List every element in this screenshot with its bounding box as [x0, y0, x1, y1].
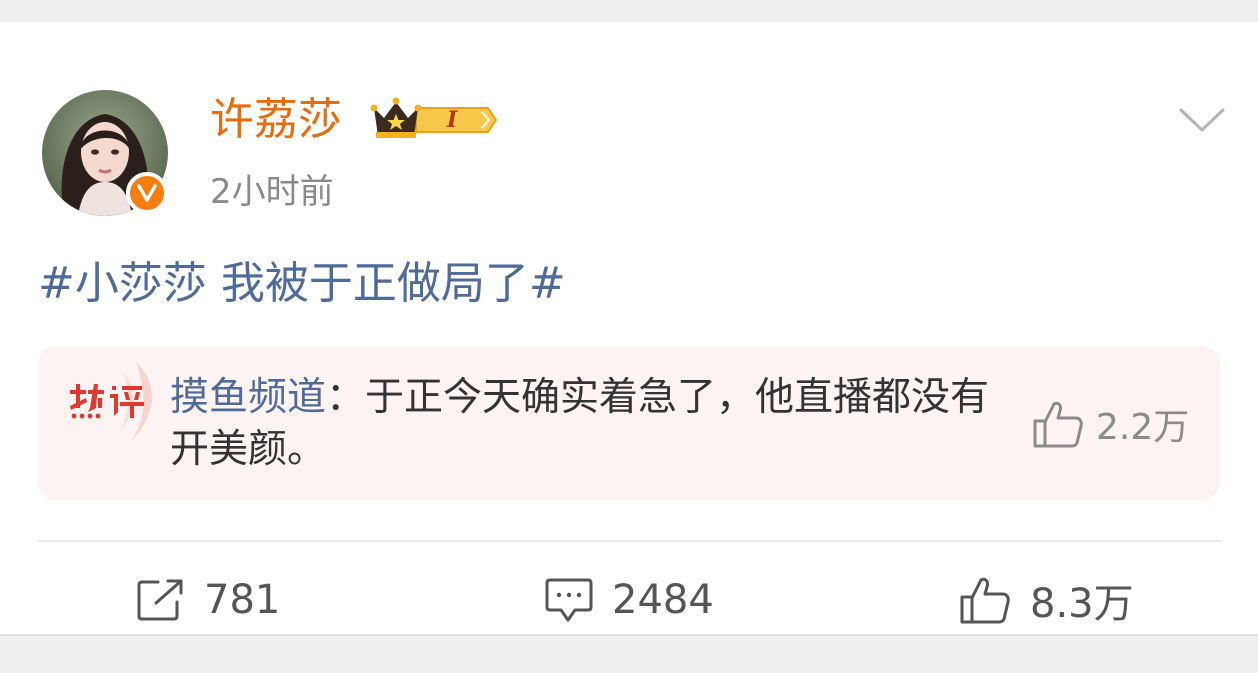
hot-comment-like-button[interactable]: 2.2万 [1032, 398, 1189, 450]
post-card[interactable]: 许荔莎 I 2小时前 #小莎莎 我被于正做局了# 摸鱼频道：于正今天确实着急了，… [0, 22, 1258, 634]
hot-comment-icon [66, 356, 162, 456]
repost-icon [137, 579, 183, 621]
hot-comment[interactable]: 摸鱼频道：于正今天确实着急了，他直播都没有开美颜。 2.2万 [38, 346, 1220, 500]
comment-button[interactable]: 2484 [544, 568, 714, 632]
thumbs-up-icon [960, 577, 1010, 624]
post-timestamp: 2小时前 [210, 172, 334, 212]
like-button[interactable]: 8.3万 [958, 568, 1134, 632]
divider [38, 540, 1222, 542]
hot-comment-separator: ： [326, 375, 366, 420]
comment-icon [545, 578, 593, 622]
thumbs-up-icon [1033, 401, 1083, 448]
hot-comment-author[interactable]: 摸鱼频道 [170, 375, 326, 420]
chevron-down-icon[interactable] [1178, 106, 1226, 140]
comment-count: 2484 [612, 577, 714, 623]
repost-count: 781 [204, 577, 281, 623]
vip-crown-icon[interactable]: I [370, 96, 498, 148]
username[interactable]: 许荔莎 [210, 92, 342, 148]
verified-badge-icon [126, 172, 168, 214]
vip-level: I [446, 107, 458, 133]
topic-hashtag[interactable]: #小莎莎 我被于正做局了# [38, 254, 566, 314]
repost-button[interactable]: 781 [136, 568, 280, 632]
hot-comment-text: 摸鱼频道：于正今天确实着急了，他直播都没有开美颜。 [170, 372, 1010, 476]
hot-comment-like-count: 2.2万 [1096, 407, 1190, 448]
bottom-divider [0, 634, 1258, 636]
like-count: 8.3万 [1030, 581, 1134, 627]
